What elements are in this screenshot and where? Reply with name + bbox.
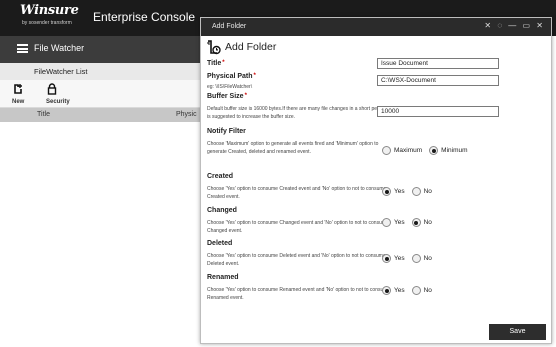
- window-controls[interactable]: ✕ ◌ — ▭ ✕: [484, 21, 545, 30]
- deleted-yes-radio[interactable]: [382, 254, 391, 263]
- changed-label: Changed: [207, 207, 237, 214]
- title-label: Title*: [207, 60, 225, 67]
- deleted-description: Choose 'Yes' option to consume Deleted e…: [207, 253, 386, 267]
- buffer-size-description: Default buffer size is 16000 bytes.If th…: [207, 106, 390, 120]
- deleted-no-label: No: [423, 255, 432, 262]
- deleted-radio-group: Yes No: [382, 254, 439, 263]
- created-no-radio[interactable]: [411, 187, 421, 196]
- new-button[interactable]: New: [12, 83, 24, 105]
- physical-path-hint: eg: \\IS\FileWatcher\: [207, 84, 253, 90]
- new-button-label: New: [12, 99, 25, 105]
- hamburger-menu-icon[interactable]: [17, 44, 28, 53]
- left-panel: File Watcher FileWatcher List New Securi…: [0, 36, 200, 347]
- physical-path-label: Physical Path*: [207, 73, 256, 80]
- physical-path-field[interactable]: C:\WSX-Document: [377, 75, 499, 86]
- renamed-radio-group: Yes No: [382, 286, 439, 295]
- created-description: Choose 'Yes' option to consume Created e…: [207, 186, 387, 200]
- changed-radio-group: Yes No: [382, 218, 439, 227]
- renamed-description: Choose 'Yes' option to consume Renamed e…: [207, 287, 391, 301]
- notify-minimum-radio[interactable]: [429, 146, 439, 155]
- nav-label: File Watcher: [34, 43, 85, 53]
- created-no-label: No: [423, 188, 432, 195]
- renamed-yes-radio[interactable]: [382, 286, 391, 295]
- notify-minimum-label: Minimum: [441, 147, 468, 154]
- logo-subtext: by sosender transform: [22, 20, 72, 26]
- app-logo: Winsure by sosender transform: [20, 4, 88, 30]
- created-label: Created: [207, 173, 234, 180]
- deleted-no-radio[interactable]: [411, 254, 421, 263]
- notify-filter-radio-group: Maximum Minimum: [382, 146, 475, 155]
- changed-no-label: No: [423, 219, 432, 226]
- add-folder-icon: [207, 40, 221, 55]
- toolbar: New Security: [0, 80, 200, 108]
- app-title: Enterprise Console: [93, 10, 196, 24]
- created-radio-group: Yes No: [382, 187, 439, 196]
- changed-description: Choose 'Yes' option to consume Changed e…: [207, 220, 389, 234]
- buffer-size-field[interactable]: 10000: [377, 106, 499, 117]
- notify-maximum-radio[interactable]: [382, 146, 391, 155]
- created-yes-label: Yes: [394, 188, 405, 195]
- dialog-window-title: Add Folder: [212, 23, 247, 30]
- list-title: FileWatcher List: [34, 67, 88, 76]
- changed-no-radio[interactable]: [411, 218, 421, 227]
- save-button[interactable]: Save: [489, 324, 546, 340]
- column-title[interactable]: Title: [37, 111, 50, 118]
- nav-bar[interactable]: File Watcher: [0, 36, 200, 63]
- column-physical-path[interactable]: Physic: [176, 111, 197, 118]
- notify-maximum-label: Maximum: [394, 147, 423, 154]
- table-header: Title Physic: [0, 108, 200, 122]
- logo-text: Winsure: [20, 3, 79, 18]
- dialog-heading: Add Folder: [225, 41, 277, 53]
- deleted-label: Deleted: [207, 240, 233, 247]
- list-title-bar: FileWatcher List: [0, 63, 200, 80]
- security-button[interactable]: Security: [46, 83, 70, 105]
- renamed-label: Renamed: [207, 274, 239, 281]
- changed-yes-radio[interactable]: [382, 218, 391, 227]
- dialog-titlebar: Add Folder ✕ ◌ — ▭ ✕: [201, 18, 551, 36]
- add-folder-dialog: Add Folder ✕ ◌ — ▭ ✕ Add Folder Title* I…: [200, 17, 552, 344]
- notify-filter-label: Notify Filter: [207, 128, 246, 135]
- created-yes-radio[interactable]: [382, 187, 391, 196]
- title-field[interactable]: Issue Document: [377, 58, 499, 69]
- security-button-label: Security: [46, 99, 70, 105]
- changed-yes-label: Yes: [394, 219, 405, 226]
- deleted-yes-label: Yes: [394, 255, 405, 262]
- notify-filter-description: Choose 'Maximum' option to generate all …: [207, 141, 379, 155]
- buffer-size-label: Buffer Size*: [207, 93, 247, 100]
- new-icon: [12, 83, 24, 98]
- renamed-no-radio[interactable]: [411, 286, 421, 295]
- lock-icon: [46, 83, 58, 98]
- renamed-no-label: No: [423, 287, 432, 294]
- renamed-yes-label: Yes: [394, 287, 405, 294]
